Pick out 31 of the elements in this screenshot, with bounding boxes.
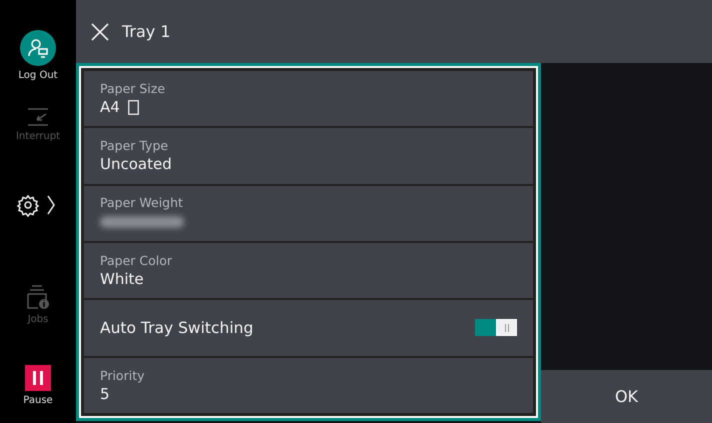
- setting-row[interactable]: Paper Color White: [84, 242, 533, 298]
- setting-label: Paper Size: [100, 81, 166, 96]
- interrupt-icon[interactable]: [26, 106, 50, 127]
- jobs-info-icon[interactable]: [25, 284, 51, 310]
- log-out-button[interactable]: [20, 30, 56, 66]
- setting-label: Priority: [100, 368, 144, 383]
- pause-icon: [32, 371, 44, 386]
- setting-row[interactable]: Auto Tray Switching: [84, 300, 533, 356]
- setting-label: Paper Weight: [100, 195, 184, 210]
- user-icon: [26, 37, 49, 59]
- sidebar-label: Log Out: [18, 70, 58, 81]
- setting-row[interactable]: Paper Weight: [84, 186, 533, 241]
- setting-row[interactable]: Priority 5: [84, 358, 533, 413]
- ok-button[interactable]: OK: [541, 370, 712, 423]
- setting-row[interactable]: Paper Size A4: [84, 71, 533, 126]
- setting-label: Paper Color: [100, 253, 172, 268]
- setting-value: Uncoated: [100, 155, 172, 174]
- sidebar-label: Pause: [23, 395, 53, 406]
- setting-label: Paper Type: [100, 138, 170, 154]
- toggle-switch[interactable]: [475, 319, 517, 336]
- setting-value: A4: [100, 98, 120, 116]
- window-title: Tray 1: [122, 22, 171, 41]
- pause-button[interactable]: [24, 365, 51, 392]
- setting-value: White: [100, 270, 144, 288]
- setting-label: Auto Tray Switching: [100, 318, 254, 337]
- sidebar-label: Jobs: [28, 314, 48, 326]
- setting-row[interactable]: Paper Type Uncoated: [84, 128, 533, 184]
- portrait-paper-icon: [128, 100, 139, 115]
- close-icon[interactable]: [90, 22, 110, 42]
- sidebar-label: Interrupt: [16, 130, 60, 142]
- setting-value: 5: [100, 384, 110, 403]
